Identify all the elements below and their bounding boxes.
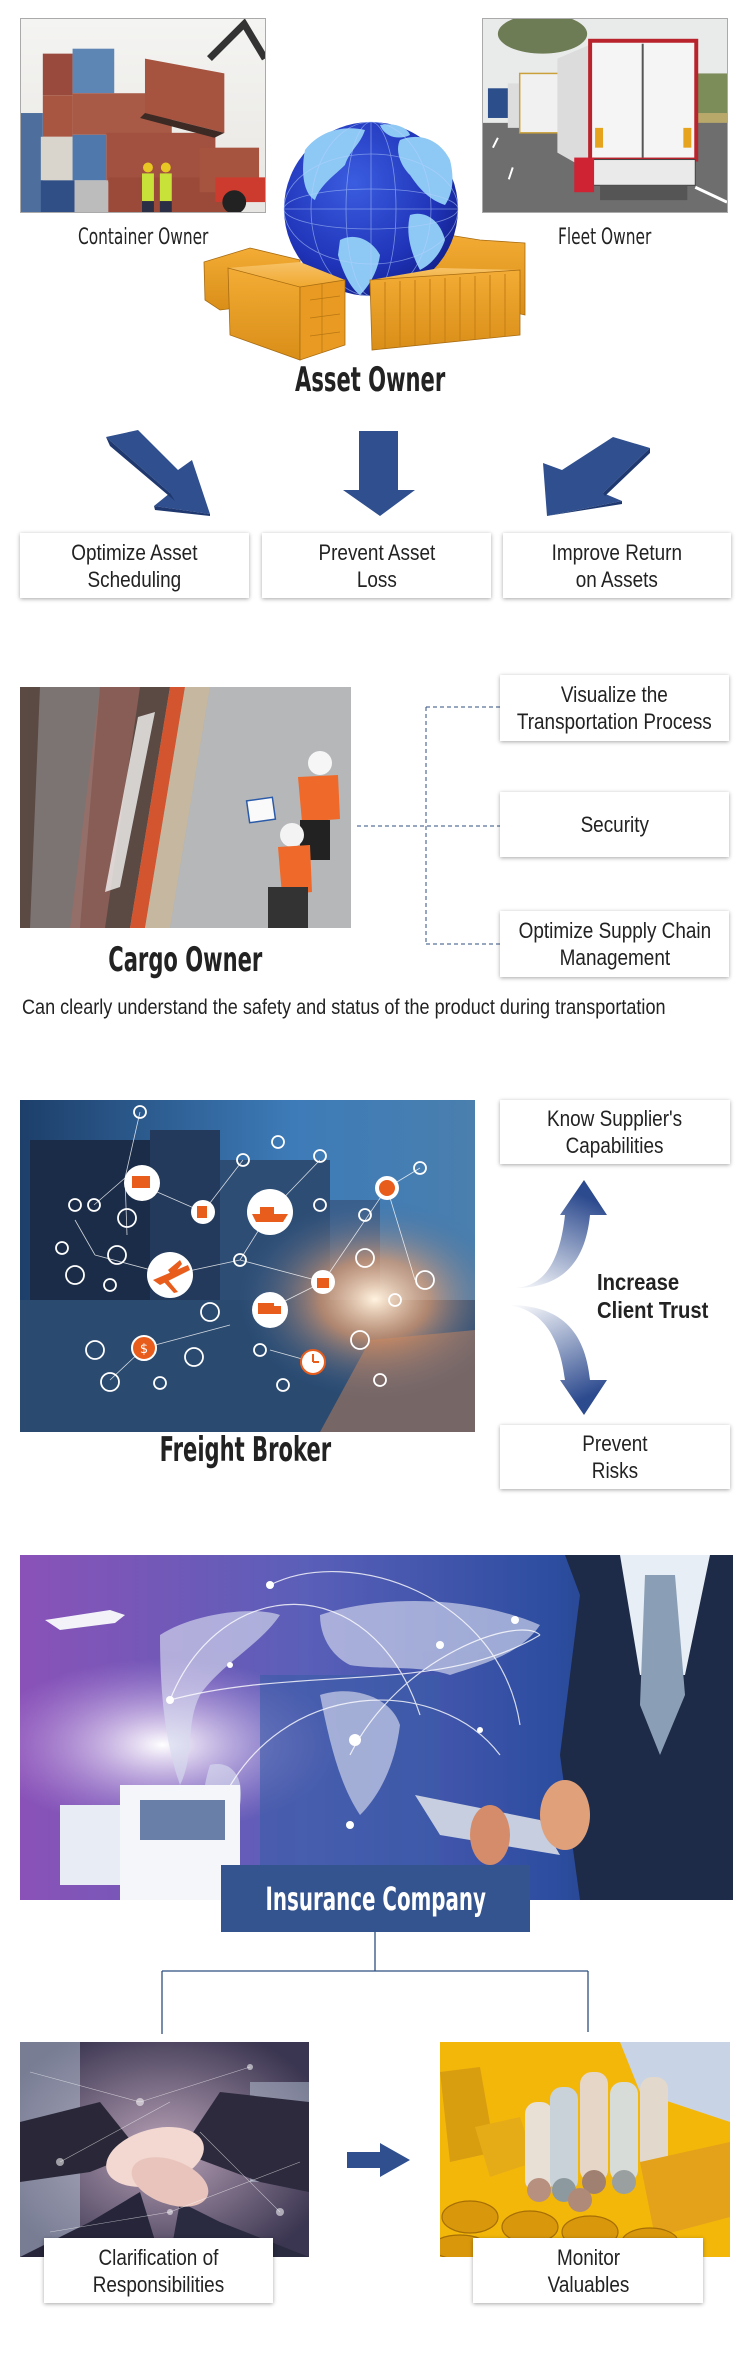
benefit-box-clarification-of-responsibilities: Clarification of Responsibilities bbox=[44, 2238, 273, 2303]
benefit-line1: Monitor bbox=[556, 2244, 620, 2270]
gold-and-money-photo bbox=[440, 2042, 730, 2257]
benefit-line1: Clarification of bbox=[98, 2244, 219, 2270]
benefit-line2: Responsibilities bbox=[92, 2271, 225, 2297]
benefit-box-monitor-valuables: Monitor Valuables bbox=[473, 2238, 703, 2303]
arrow-right-icon bbox=[347, 2143, 410, 2177]
benefit-line2: Valuables bbox=[547, 2271, 629, 2297]
insurance-right-arrow bbox=[347, 2143, 410, 2177]
